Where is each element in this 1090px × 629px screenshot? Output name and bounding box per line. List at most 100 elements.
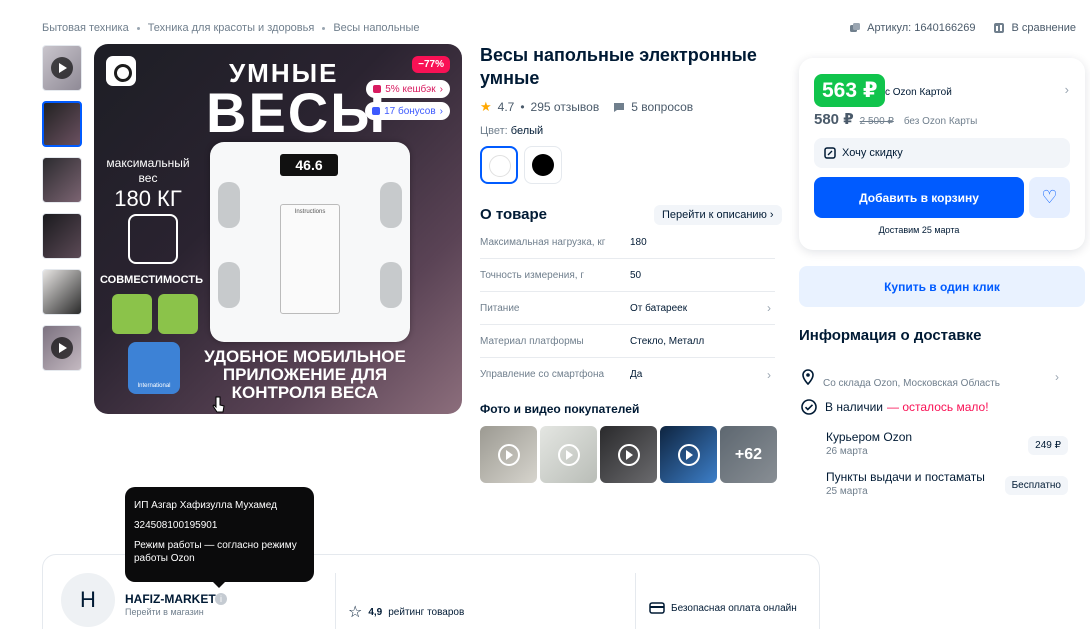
chevron-right-icon: › xyxy=(439,105,443,117)
customer-photo[interactable] xyxy=(660,426,717,483)
spec-row[interactable]: Управление со смартфона Да › xyxy=(480,358,775,391)
spec-table: Максимальная нагрузка, кг 180 Точность и… xyxy=(480,226,775,391)
cashback-label: 5% кешбэк xyxy=(385,83,436,95)
compare-button[interactable]: В сравнение xyxy=(993,22,1076,34)
chat-icon xyxy=(614,103,625,112)
scale-electrode xyxy=(218,262,240,308)
product-main-image[interactable]: УМНЫЕ ВЕСЫ −77% 5% кешбэк › 17 бонусов ›… xyxy=(94,44,462,414)
article-number[interactable]: Артикул: 1640166269 xyxy=(849,22,975,34)
breadcrumb-separator xyxy=(136,26,140,30)
info-icon[interactable]: i xyxy=(215,593,227,605)
seller-rating: ☆ 4,9 рейтинг товаров xyxy=(348,602,464,622)
swatch-dot xyxy=(489,155,511,177)
article-label: Артикул: 1640166269 xyxy=(867,22,976,34)
questions-link[interactable]: 5 вопросов xyxy=(631,100,693,114)
want-discount-label: Хочу скидку xyxy=(842,147,903,159)
seller-avatar[interactable]: H xyxy=(61,573,115,627)
card-icon xyxy=(649,602,665,614)
go-to-description-label: Перейти к описанию xyxy=(662,209,767,221)
gallery-thumbnail-video[interactable] xyxy=(42,45,82,91)
breadcrumb: Бытовая техника Техника для красоты и зд… xyxy=(42,22,420,34)
ozon-card-price[interactable]: 563 ₽ xyxy=(814,74,886,107)
swatch-dot xyxy=(532,154,554,176)
app-logo-label: International xyxy=(137,383,171,389)
copy-icon xyxy=(850,23,861,32)
bonus-pill[interactable]: 17 бонусов › xyxy=(365,102,450,120)
safe-payment-label: Безопасная оплата онлайн xyxy=(671,602,797,614)
color-swatch-white[interactable] xyxy=(480,146,518,184)
want-discount-button[interactable]: Хочу скидку xyxy=(814,138,1070,168)
go-to-shop-link[interactable]: Перейти в магазин xyxy=(125,607,204,617)
bonus-icon xyxy=(372,107,381,115)
play-icon xyxy=(617,443,640,466)
image-compatibility-label: СОВМЕСТИМОСТЬ xyxy=(100,274,203,286)
spec-value: 180 xyxy=(630,236,647,248)
go-to-description-button[interactable]: Перейти к описанию › xyxy=(654,205,782,225)
instruction-sheet: Instructions xyxy=(280,204,340,314)
chevron-right-icon: › xyxy=(767,301,771,315)
gallery-thumbnail[interactable] xyxy=(42,157,82,203)
compare-label: В сравнение xyxy=(1011,22,1076,34)
spec-row[interactable]: Питание От батареек › xyxy=(480,292,775,325)
reviews-link[interactable]: 295 отзывов xyxy=(531,100,600,114)
gallery-thumbnail[interactable] xyxy=(42,213,82,259)
safe-payment: Безопасная оплата онлайн xyxy=(649,602,797,614)
apple-icon xyxy=(158,294,198,334)
customer-photo[interactable] xyxy=(540,426,597,483)
favorite-button[interactable]: ♡ xyxy=(1029,177,1070,218)
buy-one-click-button[interactable]: Купить в один клик xyxy=(799,266,1085,307)
customer-photos-heading: Фото и видео покупателей xyxy=(480,402,640,416)
rating-row: ★ 4.7 • 295 отзывов 5 вопросов xyxy=(480,99,693,115)
courier-date: 26 марта xyxy=(826,446,868,457)
color-label-prefix: Цвет: xyxy=(480,125,508,137)
spec-key: Управление со смартфона xyxy=(480,369,605,380)
spec-value: Да xyxy=(630,369,643,380)
ozon-card-label: с Ozon Картой xyxy=(885,87,952,98)
gallery-thumbnail-video[interactable] xyxy=(42,325,82,371)
stock-label: В наличии xyxy=(825,400,884,414)
tooltip-line: ИП Азгар Хафизулла Мухамед xyxy=(134,500,277,511)
check-circle-icon xyxy=(801,399,817,415)
spec-key: Точность измерения, г xyxy=(480,269,584,281)
discount-badge: −77% xyxy=(412,56,450,73)
tooltip-line: Режим работы — согласно режиму работы Oz… xyxy=(134,540,297,564)
no-card-label: без Ozon Карты xyxy=(903,116,978,127)
spec-key: Питание xyxy=(480,302,520,314)
breadcrumb-item[interactable]: Техника для красоты и здоровья xyxy=(148,22,315,34)
image-headline-main: ВЕСЫ xyxy=(206,81,388,144)
heart-icon: ♡ xyxy=(1041,187,1058,207)
gallery-thumbnails xyxy=(42,45,84,381)
gallery-thumbnail[interactable] xyxy=(42,269,82,315)
seller-rating-label: рейтинг товаров xyxy=(388,606,465,618)
gallery-thumbnail[interactable] xyxy=(42,101,82,147)
warehouse-label: Со склада Ozon, Московская Область xyxy=(823,378,1000,389)
customer-photo[interactable] xyxy=(480,426,537,483)
feet-icon xyxy=(128,214,178,264)
seller-info-tooltip: ИП Азгар Хафизулла Мухамед 3245081001959… xyxy=(125,487,314,588)
courier-price: 249 ₽ xyxy=(1028,436,1068,455)
rating-value: 4.7 xyxy=(497,100,515,114)
product-meta-actions: Артикул: 1640166269 В сравнение xyxy=(849,22,1076,34)
play-icon xyxy=(677,443,700,466)
instruction-title: Instructions xyxy=(294,209,326,215)
color-swatch-black[interactable] xyxy=(524,146,562,184)
spec-key: Материал платформы xyxy=(480,335,584,347)
scale-electrode xyxy=(380,262,402,308)
seller-name[interactable]: HAFIZ-MARKET xyxy=(125,592,216,606)
android-icon xyxy=(112,294,152,334)
customer-photo[interactable] xyxy=(600,426,657,483)
delivery-option-pickup: Пункты выдачи и постаматы 25 марта Беспл… xyxy=(826,470,1080,497)
regular-price: 580 ₽ xyxy=(814,111,854,128)
chevron-right-icon[interactable]: › xyxy=(1065,82,1069,97)
add-to-cart-button[interactable]: Добавить в корзину xyxy=(814,177,1024,218)
tooltip-line: 324508100195901 xyxy=(134,520,218,531)
cashback-pill[interactable]: 5% кешбэк › xyxy=(366,80,450,98)
compare-icon xyxy=(994,23,1005,33)
spec-value: Стекло, Металл xyxy=(630,335,705,347)
mouse-cursor-icon xyxy=(212,396,225,413)
product-title: Весы напольные электронные умные xyxy=(480,45,757,88)
delivery-warehouse-row[interactable]: Со склада Ozon, Московская Область › xyxy=(801,364,1077,389)
customer-photos-more[interactable]: +62 xyxy=(720,426,777,483)
breadcrumb-item[interactable]: Бытовая техника xyxy=(42,22,129,34)
breadcrumb-item[interactable]: Весы напольные xyxy=(333,22,419,34)
